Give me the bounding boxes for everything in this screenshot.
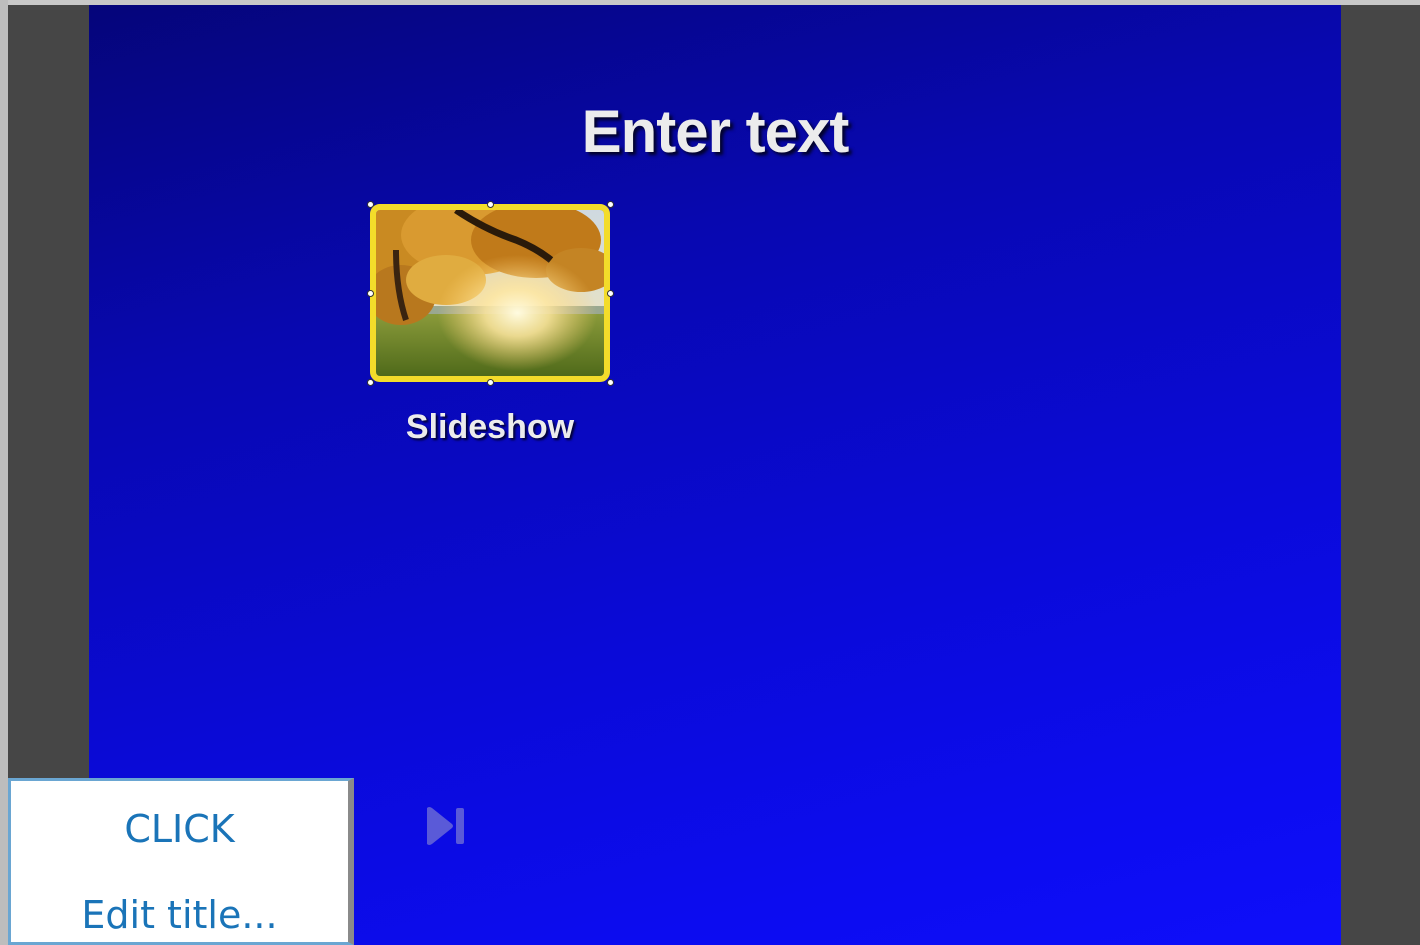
context-menu: CLICK Edit title... (8, 778, 354, 945)
menu-item-click[interactable]: CLICK (11, 807, 348, 851)
resize-handle-top-middle[interactable] (487, 201, 494, 208)
slideshow-thumbnail-selection[interactable] (367, 201, 614, 386)
resize-handle-top-right[interactable] (607, 201, 614, 208)
menu-item-edit-title[interactable]: Edit title... (11, 893, 348, 937)
resize-handle-bottom-right[interactable] (607, 379, 614, 386)
left-border (0, 0, 8, 945)
resize-handle-middle-left[interactable] (367, 290, 374, 297)
slideshow-label[interactable]: Slideshow (350, 408, 630, 447)
resize-handle-bottom-middle[interactable] (487, 379, 494, 386)
resize-handle-top-left[interactable] (367, 201, 374, 208)
skip-next-icon[interactable] (424, 806, 468, 846)
slideshow-thumbnail[interactable] (370, 204, 610, 382)
resize-handle-middle-right[interactable] (607, 290, 614, 297)
editor-canvas: Enter text Slideshow CLICK Edit title... (0, 0, 1420, 945)
resize-handle-bottom-left[interactable] (367, 379, 374, 386)
slide-title[interactable]: Enter text (89, 97, 1341, 166)
autumn-tree-photo (376, 210, 604, 376)
